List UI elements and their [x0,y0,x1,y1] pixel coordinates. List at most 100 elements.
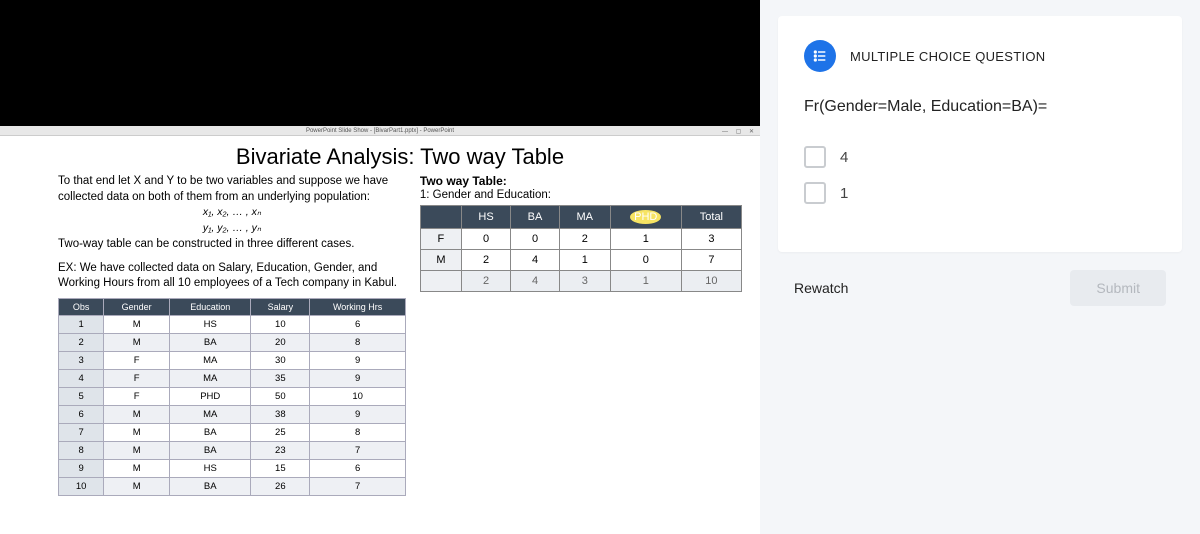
data-col-header: Salary [251,298,310,315]
data-cell: 6 [59,405,104,423]
twoway-col-header: HS [461,206,510,229]
vars-y: y₁, y₂, … , yₙ [58,222,406,236]
answer-option[interactable]: 4 [804,146,1156,168]
data-cell: 6 [310,459,406,477]
data-cell: 25 [251,423,310,441]
twoway-col-header: Total [681,206,741,229]
twoway-col-header: MA [559,206,610,229]
data-cell: HS [170,459,251,477]
twoway-cell: 1 [610,271,681,292]
data-cell: 20 [251,333,310,351]
data-cell: 30 [251,351,310,369]
twoway-col-header: BA [511,206,560,229]
slide-title: Bivariate Analysis: Two way Table [58,144,742,170]
data-cell: 3 [59,351,104,369]
data-cell: PHD [170,387,251,405]
data-cell: F [104,351,170,369]
twoway-cell: F [420,229,461,250]
twoway-cell: 3 [559,271,610,292]
twoway-cell: M [420,250,461,271]
twoway-cell: 3 [681,229,741,250]
data-cell: 35 [251,369,310,387]
data-cell: M [104,441,170,459]
twoway-cell: 2 [559,229,610,250]
data-cell: 9 [310,405,406,423]
employee-data-table: ObsGenderEducationSalaryWorking Hrs 1MHS… [58,298,406,496]
data-cell: 15 [251,459,310,477]
data-cell: 26 [251,477,310,495]
data-col-header: Education [170,298,251,315]
twoway-cell [420,271,461,292]
data-cell: 10 [59,477,104,495]
option-label: 1 [840,185,848,202]
twoway-cell: 2 [461,250,510,271]
data-cell: 38 [251,405,310,423]
twoway-cell: 2 [461,271,510,292]
data-cell: F [104,369,170,387]
data-cell: 9 [310,351,406,369]
data-cell: 7 [310,477,406,495]
question-text: Fr(Gender=Male, Education=BA)= [804,98,1156,116]
data-cell: BA [170,477,251,495]
rewatch-button[interactable]: Rewatch [794,280,848,296]
slide-p2: Two-way table can be constructed in thre… [58,237,406,253]
data-cell: MA [170,405,251,423]
data-cell: BA [170,441,251,459]
data-cell: 8 [310,333,406,351]
data-cell: 9 [310,369,406,387]
twoway-cell: 0 [461,229,510,250]
powerpoint-title-bar: PowerPoint Slide Show - [BivarPart1.pptx… [0,126,760,136]
twoway-cell: 1 [559,250,610,271]
checkbox[interactable] [804,146,826,168]
data-cell: 1 [59,315,104,333]
window-title: PowerPoint Slide Show - [BivarPart1.pptx… [306,128,454,134]
twoway-cell: 0 [610,250,681,271]
vars-x: x₁, x₂, … , xₙ [58,206,406,220]
two-way-table: HSBAMAPHDTotal F00213M24107243110 [420,205,742,292]
data-cell: 9 [59,459,104,477]
data-cell: M [104,423,170,441]
twoway-cell: 0 [511,229,560,250]
question-type-label: MULTIPLE CHOICE QUESTION [850,49,1045,64]
video-slide-pane: PowerPoint Slide Show - [BivarPart1.pptx… [0,0,760,534]
answer-option[interactable]: 1 [804,182,1156,204]
twoway-cell: 7 [681,250,741,271]
data-cell: M [104,477,170,495]
data-cell: M [104,333,170,351]
twoway-cell: 10 [681,271,741,292]
data-cell: 23 [251,441,310,459]
window-controls: — ▢ ✕ [722,127,757,137]
question-panel: MULTIPLE CHOICE QUESTION Fr(Gender=Male,… [760,0,1200,534]
option-label: 4 [840,149,848,166]
submit-button[interactable]: Submit [1070,270,1166,306]
data-cell: 6 [310,315,406,333]
twoway-cell: 1 [610,229,681,250]
data-col-header: Working Hrs [310,298,406,315]
data-cell: M [104,315,170,333]
data-cell: 50 [251,387,310,405]
checkbox[interactable] [804,182,826,204]
data-cell: 5 [59,387,104,405]
twoway-head: Two way Table: [420,174,742,188]
twoway-cell: 4 [511,271,560,292]
data-cell: 7 [59,423,104,441]
data-cell: M [104,405,170,423]
data-cell: M [104,459,170,477]
data-cell: 10 [251,315,310,333]
data-cell: HS [170,315,251,333]
slide-content: Bivariate Analysis: Two way Table To tha… [0,136,760,504]
data-col-header: Obs [59,298,104,315]
data-cell: 7 [310,441,406,459]
question-type-icon [804,40,836,72]
data-col-header: Gender [104,298,170,315]
slide-p1: To that end let X and Y to be two variab… [58,174,406,205]
data-cell: BA [170,423,251,441]
data-cell: 8 [310,423,406,441]
twoway-col-header: PHD [610,206,681,229]
twoway-cell: 4 [511,250,560,271]
twoway-sub: 1: Gender and Education: [420,189,742,201]
data-cell: MA [170,351,251,369]
question-card: MULTIPLE CHOICE QUESTION Fr(Gender=Male,… [778,16,1182,252]
data-cell: BA [170,333,251,351]
slide-ex: EX: We have collected data on Salary, Ed… [58,261,406,292]
